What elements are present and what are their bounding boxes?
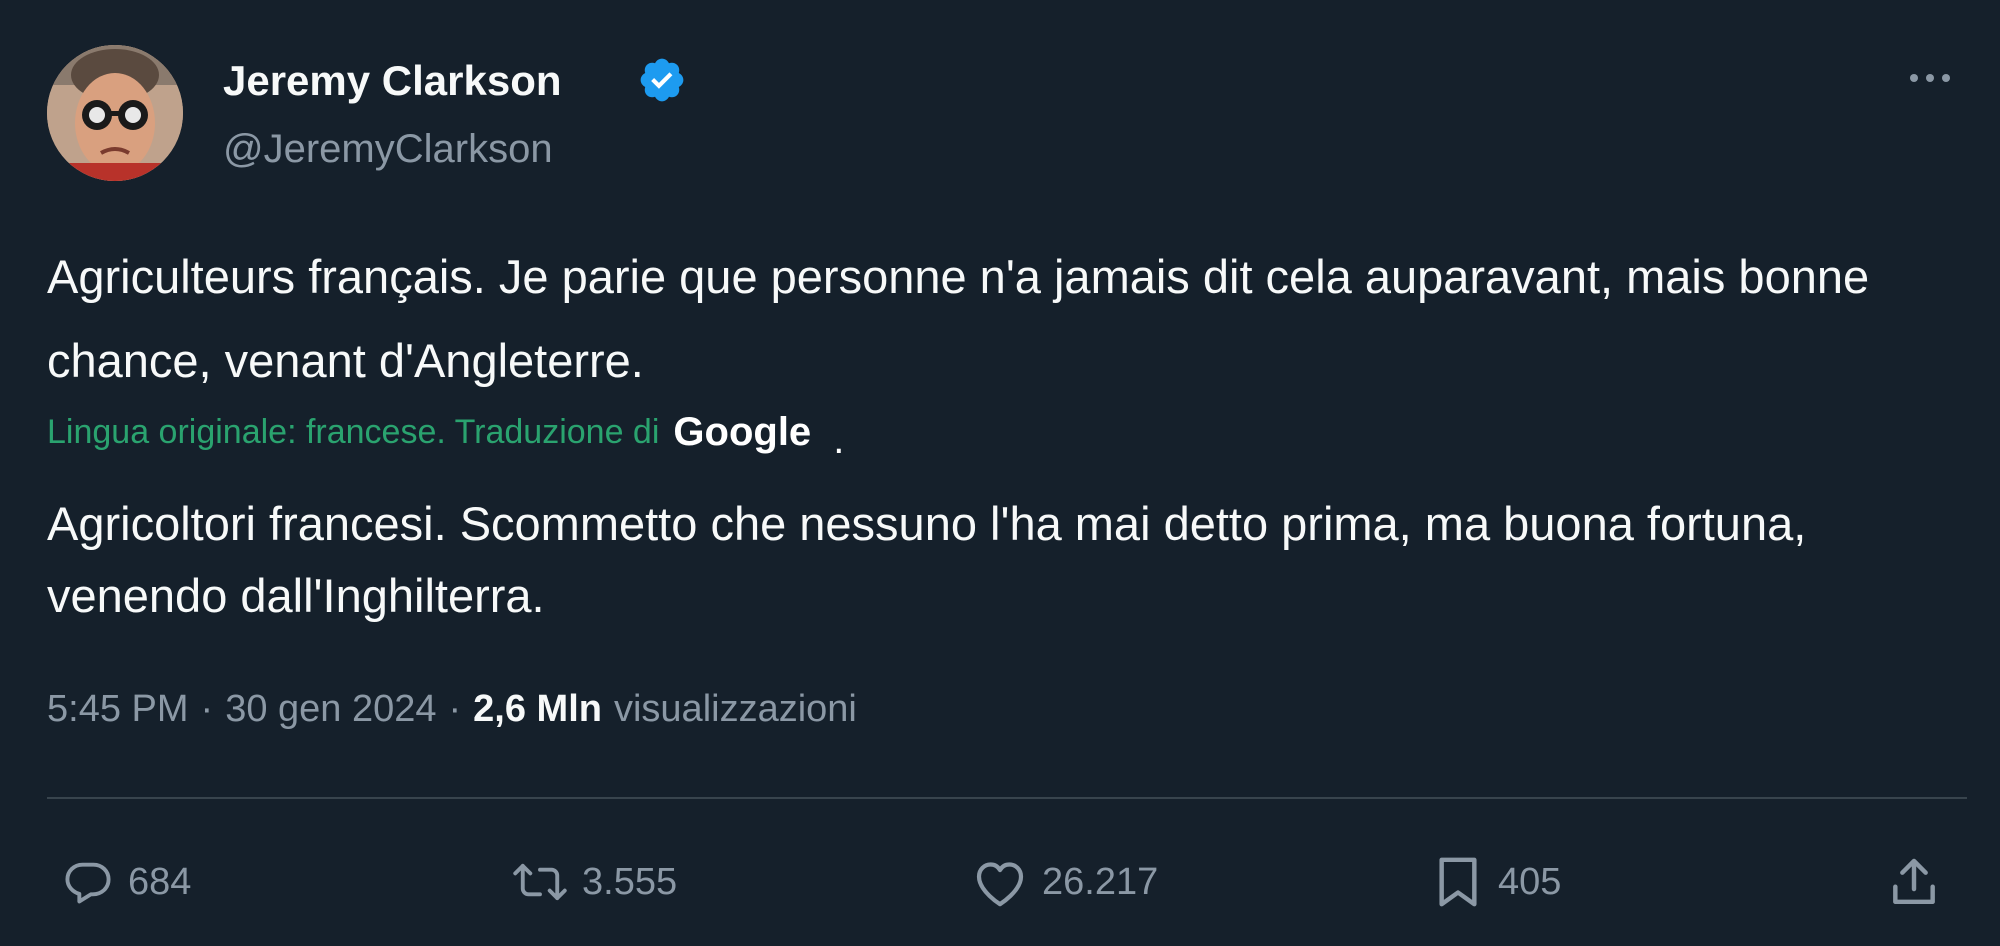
reply-button[interactable]: 684	[62, 852, 191, 912]
tweet-original-text: Agriculteurs français. Je parie que pers…	[47, 250, 1870, 387]
author-handle[interactable]: @JeremyClarkson	[223, 122, 553, 176]
repost-button[interactable]: 3.555	[512, 852, 677, 912]
share-button[interactable]	[1888, 852, 1940, 912]
more-options-icon[interactable]	[1900, 58, 1960, 98]
repost-count: 3.555	[582, 860, 678, 903]
avatar-image	[47, 45, 183, 181]
tweet-card: Jeremy Clarkson @JeremyClarkson Agricult…	[0, 0, 2000, 946]
translation-suffix: .	[833, 417, 845, 462]
tweet-meta: 5:45 PM · 30 gen 2024 · 2,6 Mln visualiz…	[47, 682, 857, 736]
like-icon	[976, 862, 1024, 907]
translation-label[interactable]: Lingua originale: francese. Traduzione d…	[47, 413, 659, 452]
bookmark-button[interactable]: 405	[1432, 852, 1561, 912]
repost-icon	[513, 863, 567, 901]
bookmark-icon	[1439, 857, 1477, 907]
verified-badge-icon	[640, 58, 684, 102]
tweet-time[interactable]: 5:45 PM	[47, 688, 189, 731]
translation-note: Lingua originale: francese. Traduzione d…	[47, 402, 844, 462]
meta-separator: ·	[200, 687, 214, 730]
reply-icon	[65, 862, 111, 904]
views-count[interactable]: 2,6 Mln	[473, 688, 602, 731]
tweet-date[interactable]: 30 gen 2024	[225, 688, 436, 731]
bookmark-count: 405	[1498, 860, 1562, 903]
google-logo: Google	[673, 409, 812, 454]
tweet-translated-text: Agricoltori francesi. Scommetto che ness…	[47, 497, 1807, 622]
share-icon	[1893, 858, 1935, 905]
meta-separator: ·	[448, 687, 462, 730]
views-label: visualizzazioni	[613, 687, 857, 730]
like-button[interactable]: 26.217	[972, 852, 1158, 912]
reply-count: 684	[128, 860, 192, 903]
author-display-name[interactable]: Jeremy Clarkson	[223, 52, 562, 110]
divider	[47, 797, 1967, 799]
avatar[interactable]	[47, 45, 183, 181]
like-count: 26.217	[1042, 860, 1159, 903]
